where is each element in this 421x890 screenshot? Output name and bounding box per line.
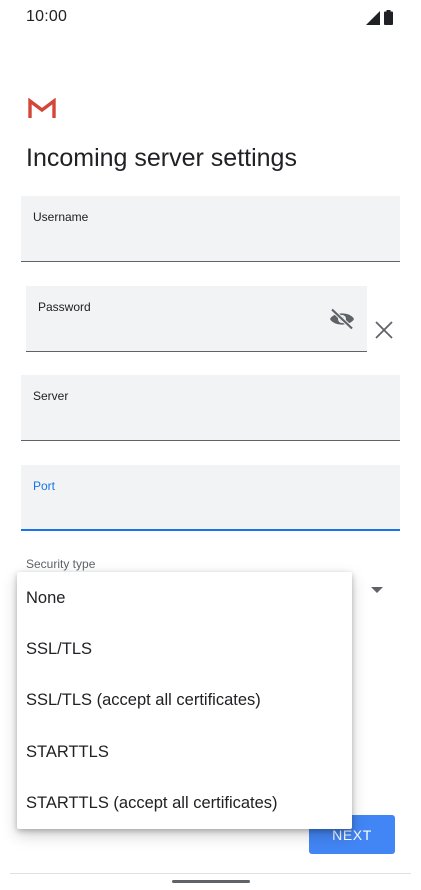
port-label: Port bbox=[33, 479, 56, 493]
password-field[interactable]: Password bbox=[26, 286, 367, 352]
home-indicator[interactable] bbox=[172, 880, 250, 883]
username-label: Username bbox=[33, 210, 89, 224]
username-field[interactable]: Username bbox=[21, 196, 400, 262]
menu-item-starttls[interactable]: STARTTLS bbox=[17, 727, 352, 778]
status-bar: 10:00 bbox=[0, 0, 421, 34]
clear-password-icon[interactable] bbox=[373, 319, 395, 341]
port-field[interactable]: Port bbox=[21, 465, 400, 531]
server-field[interactable]: Server bbox=[21, 375, 400, 441]
visibility-off-icon[interactable] bbox=[329, 308, 355, 330]
screen: 10:00 Incoming server settings Username … bbox=[0, 0, 421, 890]
status-icons bbox=[366, 10, 393, 25]
server-input[interactable] bbox=[33, 406, 388, 432]
password-label: Password bbox=[38, 300, 91, 314]
menu-item-none[interactable]: None bbox=[17, 573, 352, 624]
nav-divider bbox=[10, 873, 411, 874]
signal-icon bbox=[366, 11, 380, 25]
menu-item-ssl-tls-accept-all[interactable]: SSL/TLS (accept all certificates) bbox=[17, 675, 352, 726]
password-input[interactable] bbox=[38, 317, 323, 343]
dropdown-arrow-icon[interactable] bbox=[371, 587, 383, 593]
menu-item-starttls-accept-all[interactable]: STARTTLS (accept all certificates) bbox=[17, 778, 352, 829]
gmail-logo-icon bbox=[28, 98, 56, 118]
security-type-menu: None SSL/TLS SSL/TLS (accept all certifi… bbox=[17, 572, 352, 829]
port-input[interactable] bbox=[33, 495, 388, 521]
security-type-label: Security type bbox=[26, 557, 96, 571]
menu-item-ssl-tls[interactable]: SSL/TLS bbox=[17, 624, 352, 675]
status-time: 10:00 bbox=[26, 8, 68, 25]
username-input[interactable] bbox=[33, 227, 388, 253]
server-label: Server bbox=[33, 389, 69, 403]
page-title: Incoming server settings bbox=[26, 144, 297, 172]
battery-icon bbox=[384, 10, 393, 25]
